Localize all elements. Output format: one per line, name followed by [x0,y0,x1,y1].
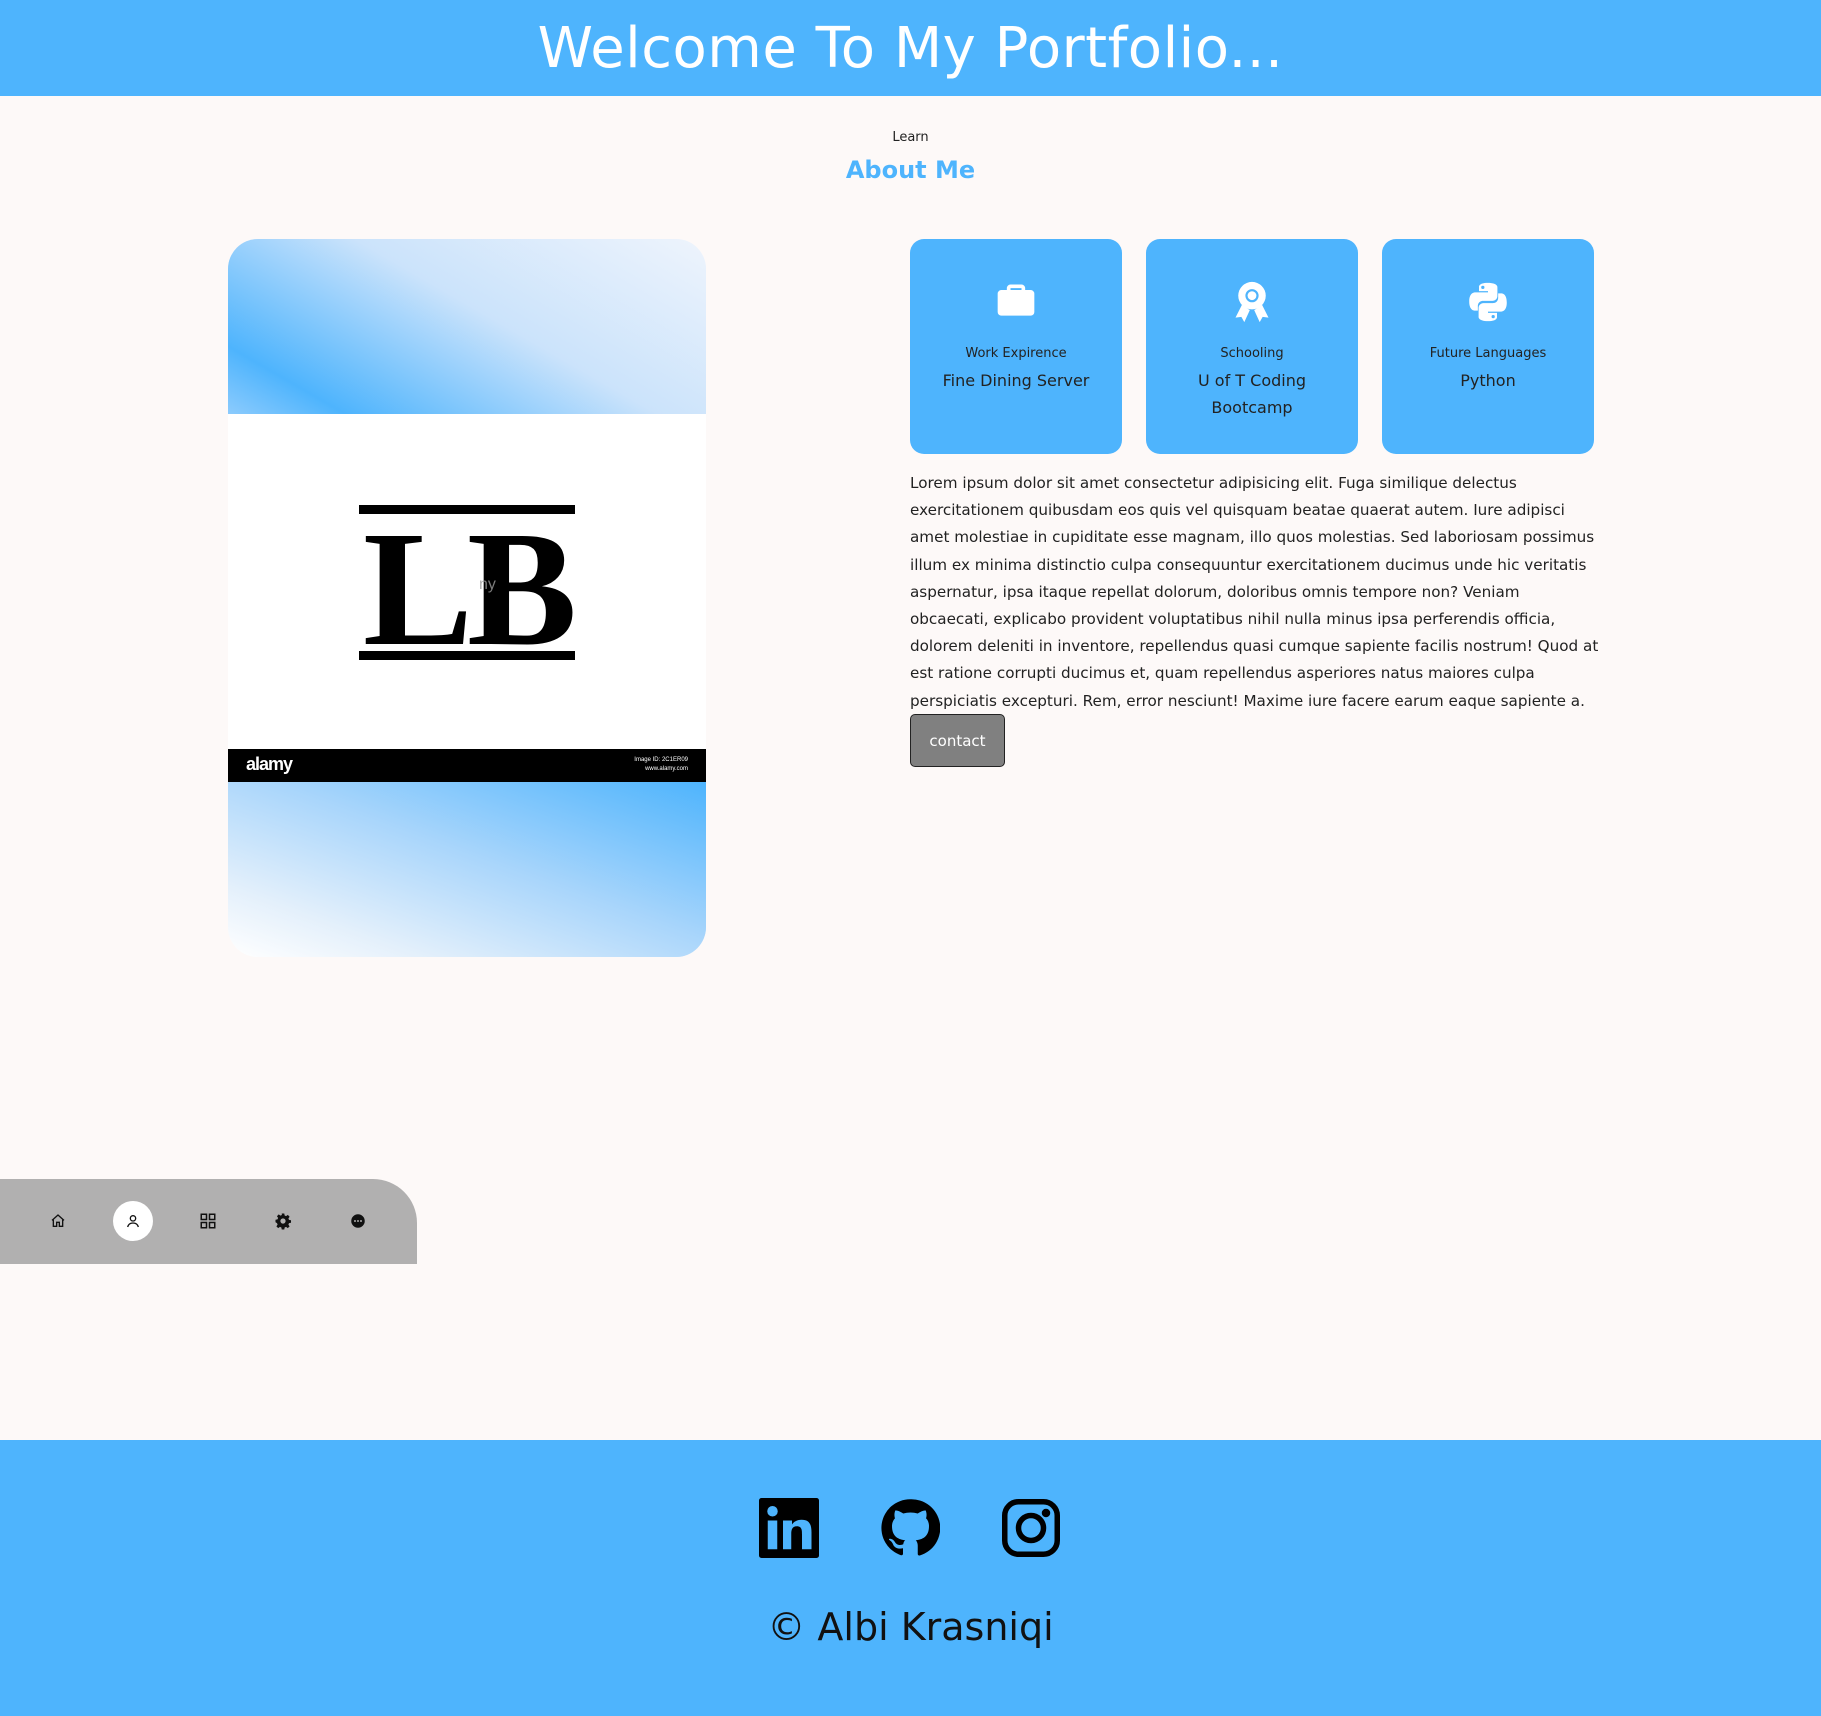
gradient-top [228,239,706,414]
page-title: Welcome To My Portfolio... [537,15,1284,81]
chat-icon [351,1214,365,1228]
grid-icon [200,1213,216,1229]
dock-messages[interactable] [338,1201,378,1241]
dock-projects[interactable] [188,1201,228,1241]
gradient-bottom [228,782,706,957]
briefcase-icon [910,279,1122,327]
copyright: © Albi Krasniqi [767,1605,1054,1649]
dock-about[interactable] [113,1201,153,1241]
card-label: Future Languages [1429,346,1547,361]
card-schooling: Schooling U of T Coding Bootcamp [1146,239,1358,454]
linkedin-icon [759,1498,819,1558]
stock-brand: alamy [246,754,293,774]
svg-text:ny: ny [479,576,496,593]
stock-image-id: Image ID: 2C1ER09 [634,757,688,763]
card-label: Schooling [1220,346,1284,361]
user-icon [127,1215,139,1228]
bio-text: Lorem ipsum dolor sit amet consectetur a… [910,474,1599,710]
svg-text:LB: LB [363,497,573,680]
contact-button[interactable]: contact [910,714,1005,767]
bottom-dock [0,1179,417,1264]
dock-settings[interactable] [263,1201,303,1241]
section-title: About Me [845,156,976,184]
stock-meta: Image ID: 2C1ER09 www.alamy.com [634,756,688,774]
site-footer: © Albi Krasniqi [0,1440,1821,1716]
github-icon [881,1499,941,1556]
card-value: U of T Coding Bootcamp [1197,371,1307,417]
card-work-experience: Work Expirence Fine Dining Server [910,239,1122,454]
card-label: Work Expirence [965,346,1067,361]
award-icon [1146,279,1358,327]
profile-image-card: LB ny alamy Image ID: 2C1ER09 www.alamy.… [228,239,706,957]
social-links [0,1498,1821,1562]
stock-watermark-bar: alamy Image ID: 2C1ER09 www.alamy.com [228,749,706,782]
about-cards: Work Expirence Fine Dining Server School… [910,239,1594,454]
home-icon [51,1214,65,1227]
lb-logo: LB ny [359,497,579,680]
stock-site: www.alamy.com [645,766,688,772]
instagram-link[interactable] [1001,1498,1061,1558]
instagram-icon [1002,1499,1060,1557]
site-header: Welcome To My Portfolio... [0,0,1821,96]
dock-home[interactable] [38,1201,78,1241]
gear-icon [275,1213,292,1230]
github-link[interactable] [880,1498,941,1558]
linkedin-link[interactable] [759,1498,819,1558]
card-value: Python [1460,371,1516,390]
profile-image: LB ny alamy Image ID: 2C1ER09 www.alamy.… [228,414,706,782]
card-future-languages: Future Languages Python [1382,239,1594,454]
card-value: Fine Dining Server [942,371,1090,390]
section-kicker: Learn [892,130,929,145]
python-icon [1382,279,1594,327]
